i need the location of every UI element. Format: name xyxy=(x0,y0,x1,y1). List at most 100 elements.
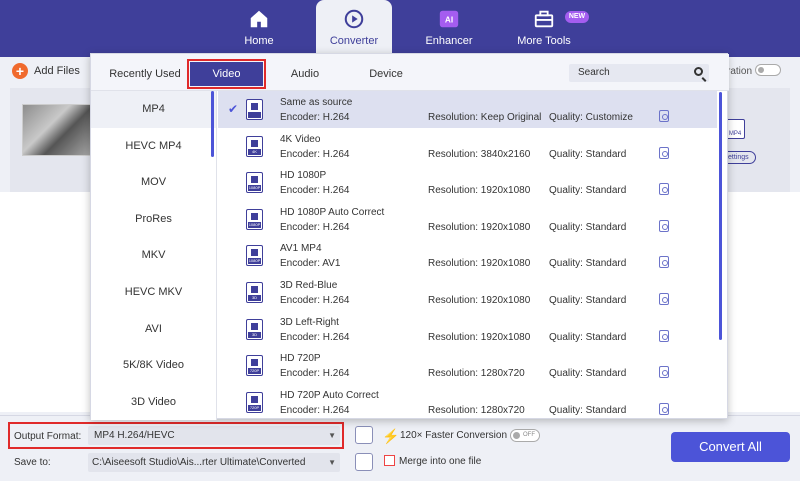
nav-enhancer[interactable]: AI Enhancer xyxy=(414,0,484,57)
nav-home-label: Home xyxy=(244,35,274,47)
edit-profile-icon[interactable] xyxy=(659,366,669,379)
generation-label: ration xyxy=(727,66,753,77)
top-nav: Home Converter AI Enhancer More Tools NE… xyxy=(0,0,800,57)
tab-recently-used[interactable]: Recently Used xyxy=(103,62,187,86)
tab-device[interactable]: Device xyxy=(362,62,410,86)
tab-video[interactable]: Video xyxy=(187,59,266,89)
preset-name: 3D Left-Right xyxy=(280,316,339,328)
convert-all-button[interactable]: Convert All xyxy=(671,432,790,462)
preset-quality: Quality: Standard xyxy=(549,258,627,270)
preset-encoder: Encoder: H.264 xyxy=(280,112,350,123)
add-files-button[interactable]: + Add Files xyxy=(12,62,80,80)
edit-profile-icon[interactable] xyxy=(659,329,669,342)
format-tag: 3D xyxy=(248,331,261,338)
format-item[interactable]: MP4 xyxy=(91,91,216,128)
folder-icon[interactable] xyxy=(355,453,373,471)
format-item[interactable]: ProRes xyxy=(91,201,216,238)
chevron-down-icon: ▼ xyxy=(328,431,336,440)
preset-row[interactable]: 720P HD 720P Encoder: H.264 Resolution: 128… xyxy=(218,347,717,384)
edit-profile-icon[interactable] xyxy=(659,402,669,415)
preset-row[interactable]: 1080P AV1 MP4 Encoder: AV1 Resolution: 1920… xyxy=(218,237,717,274)
output-settings-icon[interactable] xyxy=(355,426,373,444)
output-format-icon[interactable]: MP4 xyxy=(725,119,745,139)
video-format-icon: 3D xyxy=(246,282,263,303)
preset-encoder: Encoder: H.264 xyxy=(280,331,350,343)
checkmark-icon: ✔ xyxy=(228,102,239,116)
preset-quality: Quality: Standard xyxy=(549,404,627,416)
search-input[interactable]: Search xyxy=(569,64,709,82)
preset-row[interactable]: ✔ Same as source Encoder: H.264 Resolution:… xyxy=(218,91,717,128)
preset-encoder: Encoder: H.264 xyxy=(280,185,350,197)
output-format-value: MP4 H.264/HEVC xyxy=(94,430,175,441)
nav-more-tools[interactable]: More Tools xyxy=(506,0,582,57)
nav-home[interactable]: Home xyxy=(224,0,294,57)
preset-resolution: Resolution: 1280x720 xyxy=(428,368,525,380)
video-format-icon: 720P xyxy=(246,391,263,413)
save-to-value: C:\Aiseesoft Studio\Ais...rter Ultimate\… xyxy=(92,457,306,468)
preset-name: 3D Red-Blue xyxy=(280,280,338,291)
edit-profile-icon[interactable] xyxy=(659,256,669,269)
format-list: MP4 HEVC MP4 MOV ProRes MKV HEVC MKV AVI 5K/8K … xyxy=(91,91,217,420)
preset-row[interactable]: 3D 3D Left-Right Encoder: H.264 Resolution:… xyxy=(218,311,717,348)
video-format-icon xyxy=(246,99,263,120)
format-tag: 3D xyxy=(248,295,261,301)
toolbox-icon xyxy=(534,10,554,28)
preset-resolution: Resolution: 3840x2160 xyxy=(428,148,531,160)
edit-profile-icon[interactable] xyxy=(659,146,669,159)
format-item[interactable]: HEVC MP4 xyxy=(91,128,216,165)
merge-checkbox[interactable] xyxy=(384,455,395,466)
edit-profile-icon[interactable] xyxy=(659,293,669,305)
preset-name: 4K Video xyxy=(280,133,321,145)
edit-profile-icon[interactable] xyxy=(659,219,669,232)
preset-quality: Quality: Standard xyxy=(549,185,627,197)
format-item[interactable]: AVI xyxy=(91,311,216,348)
nav-more-tools-label: More Tools xyxy=(517,35,571,47)
preset-row[interactable]: 3D 3D Red-Blue Encoder: H.264 Resolution: 1… xyxy=(218,274,717,311)
format-list-scrollbar[interactable] xyxy=(211,91,214,157)
format-item[interactable]: MOV xyxy=(91,164,216,201)
nav-converter-label: Converter xyxy=(329,35,379,47)
merge-label: Merge into one file xyxy=(399,456,482,467)
preset-quality: Quality: Customize xyxy=(549,112,633,123)
chevron-down-icon: ▼ xyxy=(328,458,336,467)
preset-name: HD 1080P Auto Correct xyxy=(280,206,385,218)
edit-profile-icon[interactable] xyxy=(659,183,669,196)
ai-enhancer-icon: AI xyxy=(439,10,459,28)
preset-row[interactable]: 720P HD 720P Auto Correct Encoder: H.264 Re… xyxy=(218,384,717,420)
format-tag: 1080P xyxy=(248,185,261,192)
search-icon[interactable] xyxy=(694,67,703,76)
video-thumbnail[interactable] xyxy=(22,104,92,156)
preset-row[interactable]: 4K 4K Video Encoder: H.264 Resolution: 3840… xyxy=(218,128,717,165)
preset-list-scrollbar[interactable] xyxy=(719,92,722,340)
preset-quality: Quality: Standard xyxy=(549,148,627,160)
preset-resolution: Resolution: 1920x1080 xyxy=(428,331,531,343)
format-tag: 4K xyxy=(248,148,261,155)
home-icon xyxy=(250,10,268,28)
output-format-select[interactable]: MP4 H.264/HEVC ▼ xyxy=(88,426,340,445)
lightning-icon: ⚡ xyxy=(382,428,400,444)
nav-converter[interactable]: Converter xyxy=(316,0,392,57)
preset-list: ✔ Same as source Encoder: H.264 Resolution:… xyxy=(218,91,717,420)
preset-quality: Quality: Standard xyxy=(549,295,627,306)
format-item[interactable]: HEVC MKV xyxy=(91,274,216,311)
faster-conversion-toggle[interactable]: OFF xyxy=(510,429,540,442)
format-item[interactable]: MKV xyxy=(91,237,216,274)
preset-quality: Quality: Standard xyxy=(549,368,627,380)
preset-row[interactable]: 1080P HD 1080P Auto Correct Encoder: H.264… xyxy=(218,201,717,238)
edit-profile-icon[interactable] xyxy=(659,110,669,122)
format-item[interactable]: 5K/8K Video xyxy=(91,347,216,384)
format-tag: 1080P xyxy=(248,258,261,265)
search-placeholder: Search xyxy=(578,67,610,78)
generation-toggle[interactable] xyxy=(755,64,781,76)
svg-text:AI: AI xyxy=(445,16,453,25)
format-tag: 720P xyxy=(248,404,261,411)
tab-audio[interactable]: Audio xyxy=(277,62,333,86)
preset-encoder: Encoder: H.264 xyxy=(280,368,350,380)
preset-row[interactable]: 1080P HD 1080P Encoder: H.264 Resolution: 1… xyxy=(218,164,717,201)
preset-quality: Quality: Standard xyxy=(549,221,627,233)
preset-quality: Quality: Standard xyxy=(549,331,627,343)
preset-encoder: Encoder: H.264 xyxy=(280,404,350,416)
format-item[interactable]: 3D Video xyxy=(91,384,216,420)
plus-icon: + xyxy=(12,63,28,79)
save-to-select[interactable]: C:\Aiseesoft Studio\Ais...rter Ultimate\… xyxy=(88,453,340,472)
